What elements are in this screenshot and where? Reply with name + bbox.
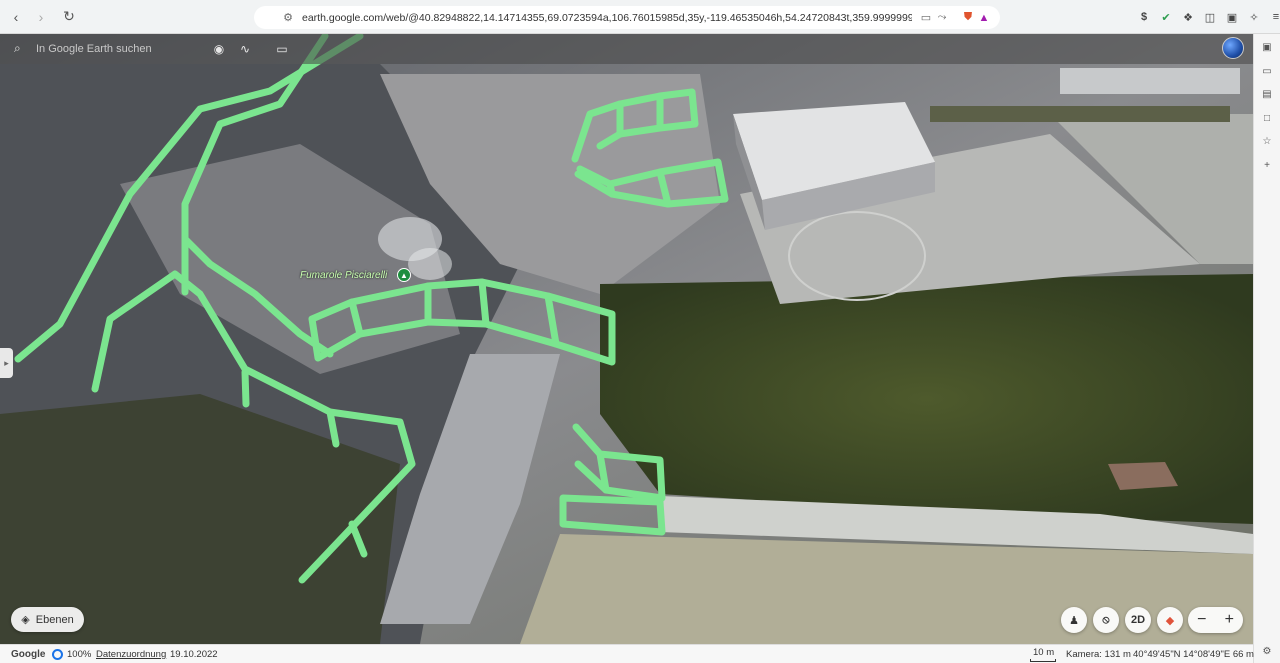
cast-icon[interactable]: ▭ [918,10,934,26]
camera-altitude: Kamera: 131 m [1066,649,1131,660]
expand-panel-button[interactable]: ▸ [0,348,13,378]
dollar-extension-icon[interactable]: $ [1136,9,1152,25]
attribution-link[interactable]: Datenzuordnung [96,649,166,660]
reset-tilt-button[interactable]: ⦸ [1093,607,1119,633]
wallet-side-icon[interactable]: ▣ [1260,40,1274,54]
search-input[interactable] [36,39,206,59]
scale-bar [1030,659,1056,662]
search-bar: ⌕ ◉ ∿ ▭ [0,34,1253,64]
video-side-icon[interactable]: ▭ [1260,64,1274,78]
loading-progress-icon [52,649,63,660]
site-settings-icon[interactable]: ⚙ [280,10,296,26]
compass-button[interactable]: ◆ [1157,607,1183,633]
chevron-left-icon[interactable]: ‹ [5,6,27,28]
url-text: earth.google.com/web/@40.82948822,14.147… [302,11,912,24]
browser-toolbar: ‹ › ↻ ☐ ⚙ earth.google.com/web/@40.82948… [0,0,1280,34]
shield-check-icon[interactable]: ✔ [1158,9,1174,25]
puzzle-icon[interactable]: ❖ [1180,9,1196,25]
layers-icon: ◈ [21,614,30,626]
imagery-date: 19.10.2022 [170,649,218,660]
ai-star-icon[interactable]: ✧ [1246,9,1262,25]
compass-icon: ◆ [1165,614,1175,627]
coordinates: 40°49'45"N 14°08'49"E 66 m [1133,649,1254,660]
toggle-2d-label: 2D [1130,614,1146,626]
layers-label: Ebenen [35,613,74,626]
place-pin-icon[interactable]: ▲ [397,268,411,282]
pegman-button[interactable]: ♟ [1061,607,1087,633]
earth-map-view[interactable] [0,34,1253,644]
globe-icon[interactable] [1222,37,1244,59]
location-pin-icon[interactable]: ◉ [210,41,228,57]
tilt-icon: ⦸ [1102,613,1110,626]
menu-icon[interactable]: ≡ [1268,9,1280,25]
zoom-controls: − + [1188,607,1243,633]
pegman-icon: ♟ [1069,614,1079,627]
browser-side-panel: ▣ ▭ ▤ □ ☆ + ⚙ [1253,34,1280,663]
google-logo: Google [11,649,46,660]
load-progress: 100% [67,649,92,660]
chevron-right-icon[interactable]: › [30,6,52,28]
add-side-icon[interactable]: + [1260,158,1274,172]
star-side-icon[interactable]: ☆ [1260,134,1274,148]
settings-side-icon[interactable]: ⚙ [1260,644,1274,658]
wallet-icon[interactable]: ▣ [1224,9,1240,25]
zoom-out-button[interactable]: − [1197,611,1206,629]
address-bar[interactable]: ⚙ earth.google.com/web/@40.82948822,14.1… [254,6,1000,29]
extensions: $ ✔ ❖ ◫ ▣ ✧ ≡ [1136,7,1280,27]
share-icon[interactable]: ⤳ [934,10,950,26]
sidebar-icon[interactable]: ◫ [1202,9,1218,25]
rewards-icon[interactable]: ▲ [976,10,992,26]
reload-icon[interactable]: ↻ [58,6,80,28]
toggle-2d-button[interactable]: 2D [1125,607,1151,633]
bookmark-side-icon[interactable]: □ [1260,111,1274,125]
zoom-in-button[interactable]: + [1225,611,1234,629]
path-icon[interactable]: ∿ [236,41,254,57]
aerial-imagery[interactable] [0,34,1253,644]
scale-label: 10 m [1033,647,1055,658]
place-label[interactable]: Fumarole Pisciarelli [300,270,387,281]
brave-shield-icon[interactable]: ⛊ [960,10,976,26]
status-bar: Google 100% Datenzuordnung 19.10.2022 10… [0,644,1254,663]
reader-side-icon[interactable]: ▤ [1260,87,1274,101]
ruler-icon[interactable]: ▭ [273,41,291,57]
search-icon[interactable]: ⌕ [14,41,28,55]
layers-button[interactable]: ◈ Ebenen [11,607,84,632]
